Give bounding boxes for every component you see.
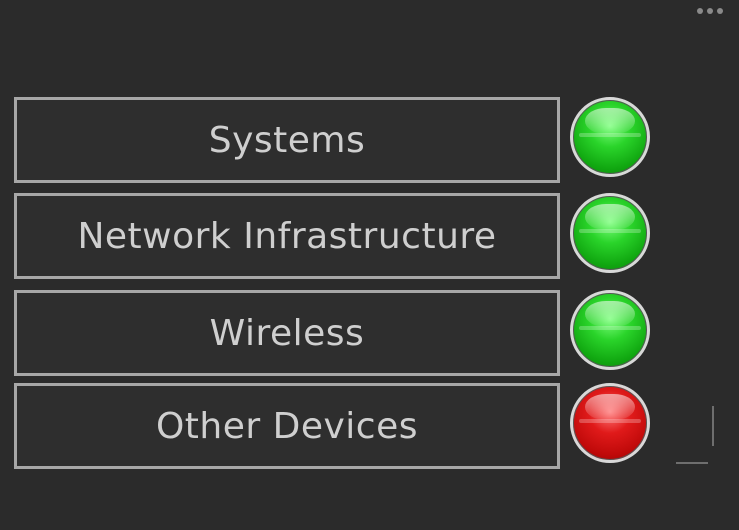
resize-handle-line — [676, 462, 708, 464]
status-label-button[interactable]: Wireless — [14, 290, 560, 376]
indicator-band — [579, 133, 641, 137]
indicator-shine — [585, 204, 635, 230]
resize-handle-icon[interactable] — [676, 406, 716, 464]
menu-dot — [717, 8, 723, 14]
resize-handle-line — [712, 406, 714, 446]
more-options-icon[interactable] — [697, 8, 723, 14]
status-label-button[interactable]: Other Devices — [14, 383, 560, 469]
indicator-shine — [585, 108, 635, 134]
status-indicator-green-icon — [570, 97, 650, 177]
status-indicator-green-icon — [570, 193, 650, 273]
menu-dot — [707, 8, 713, 14]
status-row-other-devices: Other Devices — [14, 383, 664, 471]
status-label-button[interactable]: Systems — [14, 97, 560, 183]
status-label-button[interactable]: Network Infrastructure — [14, 193, 560, 279]
indicator-shine — [585, 301, 635, 327]
status-row-network-infrastructure: Network Infrastructure — [14, 193, 664, 281]
indicator-band — [579, 419, 641, 423]
menu-dot — [697, 8, 703, 14]
status-indicator-green-icon — [570, 290, 650, 370]
indicator-band — [579, 229, 641, 233]
status-row-wireless: Wireless — [14, 290, 664, 378]
indicator-shine — [585, 394, 635, 420]
status-panel: Systems Network Infrastructure Wireless … — [0, 0, 739, 530]
status-row-systems: Systems — [14, 97, 664, 185]
status-indicator-red-icon — [570, 383, 650, 463]
indicator-band — [579, 326, 641, 330]
